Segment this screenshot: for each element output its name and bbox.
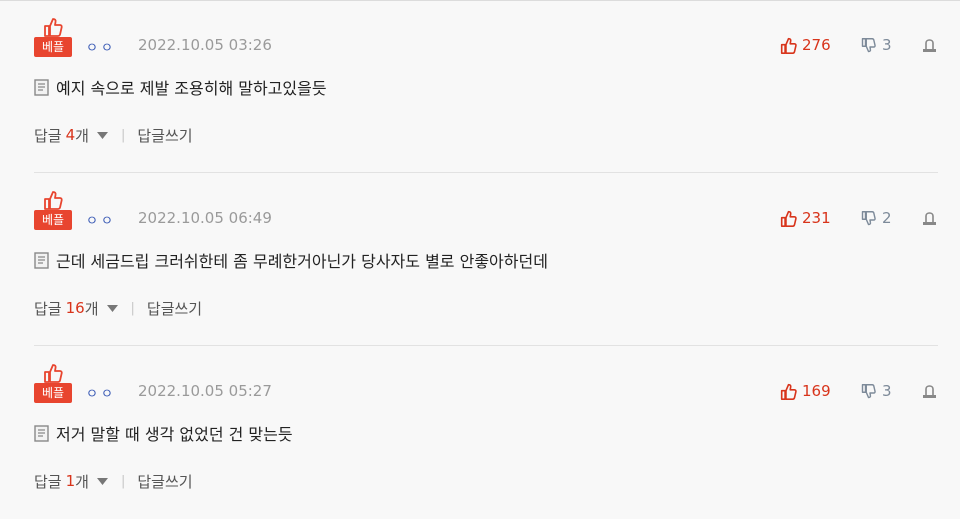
separator: | xyxy=(120,127,126,143)
comment-item: 베플 ㅇㅇ 2022.10.05 05:27 169 3 저거 말할 때 생각 … xyxy=(0,346,960,519)
thumbs-down-icon xyxy=(861,383,876,398)
write-reply-link[interactable]: 답글쓰기 xyxy=(137,125,192,146)
best-label: 베플 xyxy=(34,383,72,403)
thumbs-down-icon xyxy=(861,210,876,225)
best-label: 베플 xyxy=(34,210,72,230)
best-comment-badge: 베플 xyxy=(34,363,72,403)
thumbs-up-icon xyxy=(780,210,797,227)
like-button[interactable]: 276 xyxy=(780,35,831,55)
reply-count: 1 xyxy=(65,472,76,490)
best-comment-badge: 베플 xyxy=(34,17,72,57)
reply-label: 답글 xyxy=(34,126,62,145)
reply-label: 답글 xyxy=(34,472,62,491)
document-icon xyxy=(34,251,49,269)
caret-down-icon xyxy=(96,131,108,139)
author-nickname[interactable]: ㅇㅇ xyxy=(86,210,116,229)
document-icon xyxy=(34,78,49,96)
comment-item: 베플 ㅇㅇ 2022.10.05 06:49 231 2 근데 세금드립 크러쉬… xyxy=(0,173,960,346)
report-icon xyxy=(923,39,936,52)
comment-date: 2022.10.05 03:26 xyxy=(138,36,272,54)
like-button[interactable]: 231 xyxy=(780,208,831,228)
comment-content: 근데 세금드립 크러쉬한테 좀 무례한거아닌가 당사자도 별로 안좋아하던데 xyxy=(34,250,548,271)
comment-text: 저거 말할 때 생각 없었던 건 맞는듯 xyxy=(56,425,293,444)
reply-toggle-button[interactable]: 답글 1 개 xyxy=(34,471,108,492)
like-button[interactable]: 169 xyxy=(780,381,831,401)
comment-content: 저거 말할 때 생각 없었던 건 맞는듯 xyxy=(34,423,293,444)
thumbs-down-icon xyxy=(861,37,876,52)
thumbs-up-icon xyxy=(44,18,63,37)
reply-unit: 개 xyxy=(75,126,89,145)
caret-down-icon xyxy=(96,477,108,485)
report-button[interactable] xyxy=(922,211,937,230)
thumbs-up-icon xyxy=(780,383,797,400)
like-count: 231 xyxy=(802,209,831,227)
comment-date: 2022.10.05 05:27 xyxy=(138,382,272,400)
thumbs-up-icon xyxy=(44,191,63,210)
reply-bar: 답글 4 개 | 답글쓰기 xyxy=(34,124,193,146)
report-icon xyxy=(923,212,936,225)
reply-count: 4 xyxy=(65,126,76,144)
caret-down-icon xyxy=(106,304,118,312)
comment-text: 예지 속으로 제발 조용히해 말하고있을듯 xyxy=(56,79,327,98)
dislike-button[interactable]: 3 xyxy=(861,35,892,55)
best-comment-badge: 베플 xyxy=(34,190,72,230)
separator: | xyxy=(130,300,135,316)
like-count: 276 xyxy=(802,36,831,54)
write-reply-link[interactable]: 답글쓰기 xyxy=(137,471,192,492)
reply-bar: 답글 16 개 | 답글쓰기 xyxy=(34,297,202,319)
comment-date: 2022.10.05 06:49 xyxy=(138,209,272,227)
best-label: 베플 xyxy=(34,37,72,57)
author-nickname[interactable]: ㅇㅇ xyxy=(86,383,116,402)
comment-text: 근데 세금드립 크러쉬한테 좀 무례한거아닌가 당사자도 별로 안좋아하던데 xyxy=(56,252,548,271)
write-reply-link[interactable]: 답글쓰기 xyxy=(147,298,202,319)
dislike-button[interactable]: 2 xyxy=(861,208,892,228)
dislike-count: 3 xyxy=(882,36,892,54)
author-nickname[interactable]: ㅇㅇ xyxy=(86,37,116,56)
comment-item: 베플 ㅇㅇ 2022.10.05 03:26 276 3 예지 속으로 제발 조… xyxy=(0,0,960,173)
dislike-count: 3 xyxy=(882,382,892,400)
document-icon xyxy=(34,424,49,442)
comment-content: 예지 속으로 제발 조용히해 말하고있을듯 xyxy=(34,77,327,98)
like-count: 169 xyxy=(802,382,831,400)
reply-toggle-button[interactable]: 답글 4 개 xyxy=(34,125,108,146)
thumbs-up-icon xyxy=(44,364,63,383)
reply-bar: 답글 1 개 | 답글쓰기 xyxy=(34,470,193,492)
dislike-button[interactable]: 3 xyxy=(861,381,892,401)
reply-unit: 개 xyxy=(75,472,89,491)
reply-count: 16 xyxy=(65,299,85,317)
reply-toggle-button[interactable]: 답글 16 개 xyxy=(34,298,118,319)
thumbs-up-icon xyxy=(780,37,797,54)
separator: | xyxy=(120,473,126,489)
report-button[interactable] xyxy=(922,384,937,403)
reply-unit: 개 xyxy=(84,299,99,318)
report-icon xyxy=(923,385,936,398)
dislike-count: 2 xyxy=(882,209,892,227)
reply-label: 답글 xyxy=(34,299,62,318)
report-button[interactable] xyxy=(922,38,937,57)
